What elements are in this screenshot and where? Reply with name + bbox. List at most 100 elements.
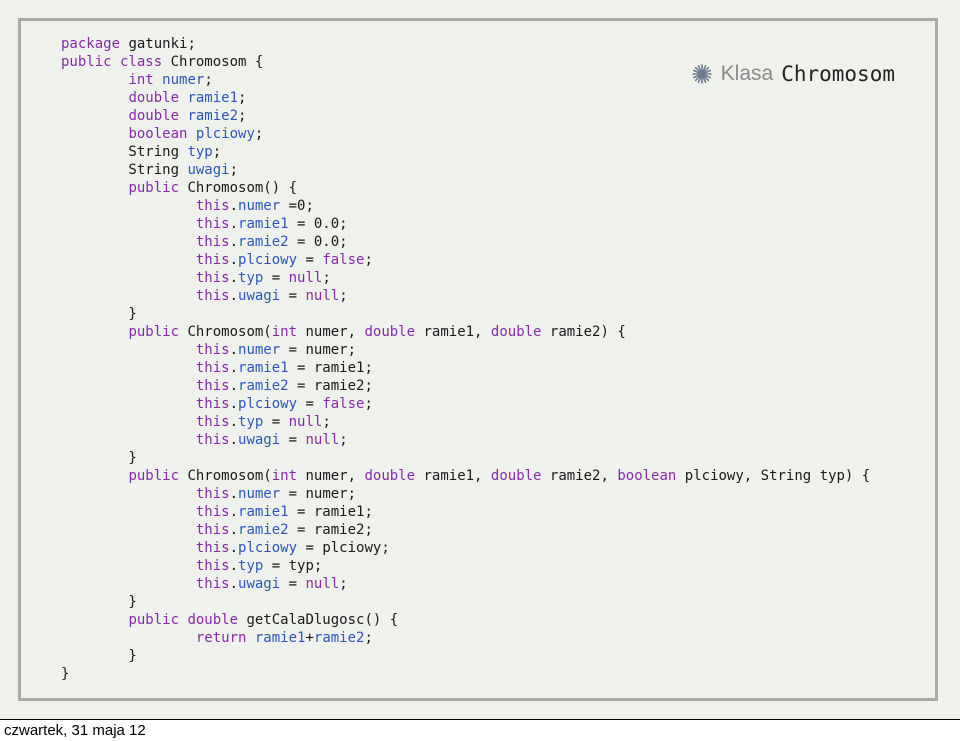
code-token: typ [238,414,264,430]
code-line: this.numer =0; [61,197,870,215]
code-token: null [288,414,323,430]
code-token: double [490,468,542,484]
code-token: Chromosom( [179,324,272,340]
code-line: public Chromosom(int numer, double ramie… [61,323,870,341]
code-token: ramie1, [415,324,491,340]
code-line: this.ramie2 = ramie2; [61,521,870,539]
code-token: numer [238,198,281,214]
code-token: = plciowy; [297,540,390,556]
code-token: uwagi [187,162,230,178]
code-token: ; [322,270,331,286]
code-token: numer, [297,324,365,340]
code-token: = [297,252,323,268]
code-token: ramie1, [415,468,491,484]
code-line: this.plciowy = false; [61,395,870,413]
code-token: return [195,630,247,646]
code-block: package gatunki; public class Chromosom {… [61,35,870,683]
code-token: gatunki; [120,36,196,52]
code-token: Chromosom() { [179,180,298,196]
code-token: this [195,414,230,430]
code-token: = ramie2; [288,522,373,538]
code-token: double [364,468,416,484]
code-token: ; [364,252,373,268]
code-token: = typ; [263,558,323,574]
code-token: =0; [280,198,314,214]
code-token: false [322,252,365,268]
code-token: ramie2 [313,630,365,646]
code-token: ramie1 [238,216,289,232]
code-line: String uwagi; [61,161,870,179]
code-token: numer [162,72,205,88]
code-line: boolean plciowy; [61,125,870,143]
code-token: ramie1 [238,360,289,376]
code-token: . [229,414,239,430]
code-token: numer [238,486,281,502]
code-token: ramie2 [238,522,289,538]
code-token: uwagi [238,432,281,448]
code-token: Chromosom { [162,54,264,70]
code-token: this [195,396,230,412]
code-token: public [128,180,180,196]
code-token: double [490,324,542,340]
code-token: ; [204,72,213,88]
footer-bar: czwartek, 31 maja 12 [0,719,960,741]
code-token: plciowy [238,396,298,412]
code-line: this.uwagi = null; [61,575,870,593]
code-token: ; [212,144,222,160]
code-token: ramie2 [187,108,239,124]
code-token: } [61,648,137,664]
code-token: . [229,198,239,214]
code-token: . [229,396,239,412]
code-line: double ramie1; [61,89,870,107]
code-token: int [271,324,298,340]
code-token: public class [61,54,163,70]
code-line: this.uwagi = null; [61,431,870,449]
code-token: plciowy [238,540,298,556]
code-token: typ [238,270,264,286]
code-token: = [263,270,289,286]
code-line: this.numer = numer; [61,341,870,359]
code-line: this.numer = numer; [61,485,870,503]
code-token: = [263,414,289,430]
code-line: this.ramie1 = 0.0; [61,215,870,233]
code-line: int numer; [61,71,870,89]
code-token: ; [339,288,348,304]
code-token: String [61,144,188,160]
code-token: = numer; [280,486,357,502]
code-token: ramie1 [238,504,289,520]
code-token: this [195,198,230,214]
code-line: public Chromosom() { [61,179,870,197]
code-token: this [195,432,230,448]
code-token: . [229,486,239,502]
code-token: this [195,234,230,250]
code-token: String [61,162,188,178]
code-token: numer [238,342,281,358]
code-line: String typ; [61,143,870,161]
code-token: ; [254,126,264,142]
code-token: ; [339,432,348,448]
code-token: boolean [617,468,677,484]
code-token: . [229,252,239,268]
code-line: public double getCalaDlugosc() { [61,611,870,629]
code-token: ; [364,396,373,412]
code-token: = numer; [280,342,357,358]
code-token: getCalaDlugosc() { [238,612,399,628]
code-token: Chromosom( [179,468,272,484]
